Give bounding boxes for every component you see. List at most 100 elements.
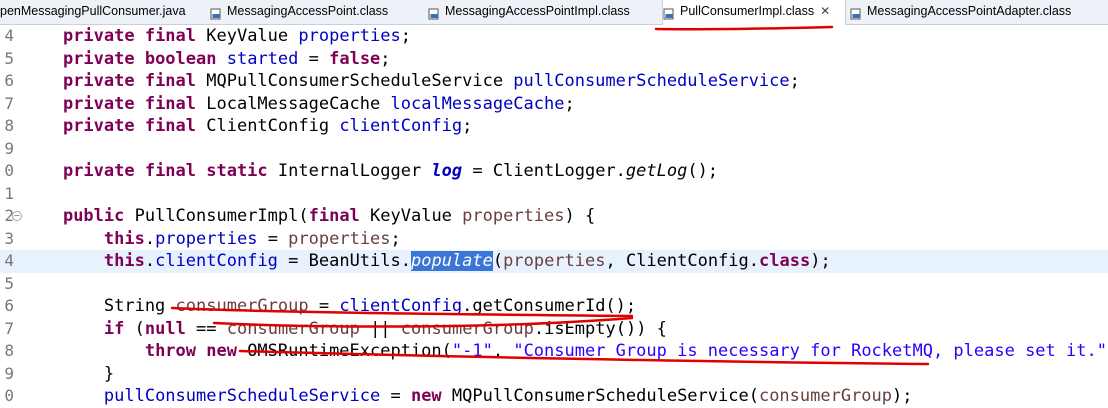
code-line[interactable]: 6 String consumerGroup = clientConfig.ge…	[0, 295, 1108, 318]
code-token: OMSRuntimeException(	[236, 341, 452, 361]
code-token: clientConfig	[339, 116, 463, 136]
close-tab-icon[interactable]: ✕	[820, 0, 830, 23]
code-text: this.properties = properties;	[22, 228, 401, 251]
code-line[interactable]: 5	[0, 273, 1108, 296]
code-token: final	[308, 206, 360, 226]
code-line[interactable]: 5 private boolean started = false;	[0, 48, 1108, 71]
code-token: pullConsumerScheduleService	[513, 71, 790, 91]
line-number: 5	[4, 48, 14, 68]
code-token: .isEmpty()) {	[533, 318, 667, 339]
code-token: =	[298, 48, 330, 69]
code-token: =	[308, 296, 340, 316]
line-number: 1	[4, 183, 14, 203]
code-token: );	[892, 386, 913, 406]
code-token: ;	[789, 71, 800, 91]
code-token: MQPullConsumerScheduleService	[196, 71, 514, 91]
code-token: (	[492, 251, 504, 271]
code-token: class	[759, 251, 811, 271]
code-token: consumerGroup	[400, 318, 534, 339]
code-line[interactable]: 7 if (null == consumerGroup || consumerG…	[0, 318, 1108, 341]
line-number: 9	[4, 363, 14, 383]
code-token: ) {	[564, 206, 596, 226]
code-token: this	[103, 251, 145, 271]
code-text: private final LocalMessageCache localMes…	[22, 93, 575, 116]
code-line[interactable]: 0 pullConsumerScheduleService = new MQPu…	[0, 385, 1108, 408]
code-token: "Consumer Group is necessary for RocketM…	[513, 341, 1107, 361]
code-token: properties	[462, 206, 565, 226]
code-token: ;	[564, 93, 575, 114]
code-line[interactable]: 8 private final ClientConfig clientConfi…	[0, 115, 1108, 138]
code-line[interactable]: 1	[0, 183, 1108, 206]
code-token: ||	[359, 318, 401, 339]
code-line[interactable]: 0 private final static InternalLogger lo…	[0, 160, 1108, 183]
code-token: log	[431, 161, 463, 181]
code-token: consumerGroup	[175, 296, 309, 316]
code-line[interactable]: 8 throw new OMSRuntimeException("-1", "C…	[0, 340, 1108, 363]
code-line[interactable]: 6 private final MQPullConsumerScheduleSe…	[0, 70, 1108, 93]
line-number: 9	[4, 138, 14, 158]
code-token: "-1"	[451, 341, 493, 361]
code-token: ;	[380, 48, 391, 69]
code-line[interactable]: 9	[0, 138, 1108, 161]
class-file-icon	[210, 5, 222, 20]
line-number: 6	[4, 296, 14, 315]
code-token: .	[144, 251, 156, 271]
code-token: properties	[298, 26, 401, 46]
code-token: ClientConfig	[196, 116, 340, 136]
editor-tab-bar: penMessagingPullConsumer.java MessagingAc…	[0, 0, 1108, 25]
tab-3[interactable]: PullConsumerImpl.class ✕	[662, 0, 846, 25]
code-token: pullConsumerScheduleService	[103, 386, 381, 406]
code-token: private boolean	[62, 48, 217, 69]
code-text: private boolean started = false;	[22, 48, 391, 71]
code-token: = BeanUtils.	[277, 251, 411, 271]
code-token: populate	[410, 251, 493, 271]
code-token: .	[144, 228, 156, 249]
code-token: started	[226, 48, 299, 69]
code-line[interactable]: 9 }	[0, 363, 1108, 386]
code-token: private final static	[62, 161, 268, 181]
code-line[interactable]: 7 private final LocalMessageCache localM…	[0, 93, 1108, 116]
code-token: clientConfig	[155, 251, 278, 271]
code-line-current[interactable]: 4 this.clientConfig = BeanUtils.populate…	[0, 250, 1108, 273]
class-file-icon	[428, 5, 440, 20]
code-token: ,	[492, 341, 514, 361]
code-line[interactable]: 3 this.properties = properties;	[0, 228, 1108, 251]
code-token: properties	[155, 228, 258, 249]
code-text: throw new OMSRuntimeException("-1", "Con…	[22, 340, 1108, 363]
code-token: properties	[288, 228, 391, 249]
tab-4[interactable]: MessagingAccessPointAdapter.class	[850, 0, 1108, 23]
code-text: public PullConsumerImpl(final KeyValue p…	[22, 205, 595, 228]
code-line[interactable]: 2− public PullConsumerImpl(final KeyValu…	[0, 205, 1108, 228]
code-token: (	[124, 318, 145, 339]
tab-2[interactable]: MessagingAccessPointImpl.class	[428, 0, 642, 23]
code-token: PullConsumerImpl(	[124, 206, 309, 226]
code-token: public	[62, 206, 125, 226]
tab-1[interactable]: MessagingAccessPoint.class	[210, 0, 410, 23]
code-token: ==	[185, 318, 227, 339]
code-token: clientConfig	[339, 296, 463, 316]
code-token: =	[380, 386, 411, 406]
code-text: if (null == consumerGroup || consumerGro…	[22, 318, 667, 341]
code-token: null	[144, 318, 186, 339]
code-text: pullConsumerScheduleService = new MQPull…	[22, 385, 913, 408]
code-token: KeyValue	[359, 206, 463, 226]
code-editor[interactable]: 4 private final KeyValue properties; 5 pr…	[0, 25, 1108, 406]
tab-0[interactable]: penMessagingPullConsumer.java	[0, 0, 190, 23]
fold-toggle-icon[interactable]: −	[12, 211, 22, 221]
tab-label: MessagingAccessPointAdapter.class	[867, 4, 1072, 18]
tab-label: penMessagingPullConsumer.java	[0, 4, 186, 18]
code-text: String consumerGroup = clientConfig.getC…	[22, 295, 636, 318]
code-line[interactable]: 4 private final KeyValue properties;	[0, 25, 1108, 48]
